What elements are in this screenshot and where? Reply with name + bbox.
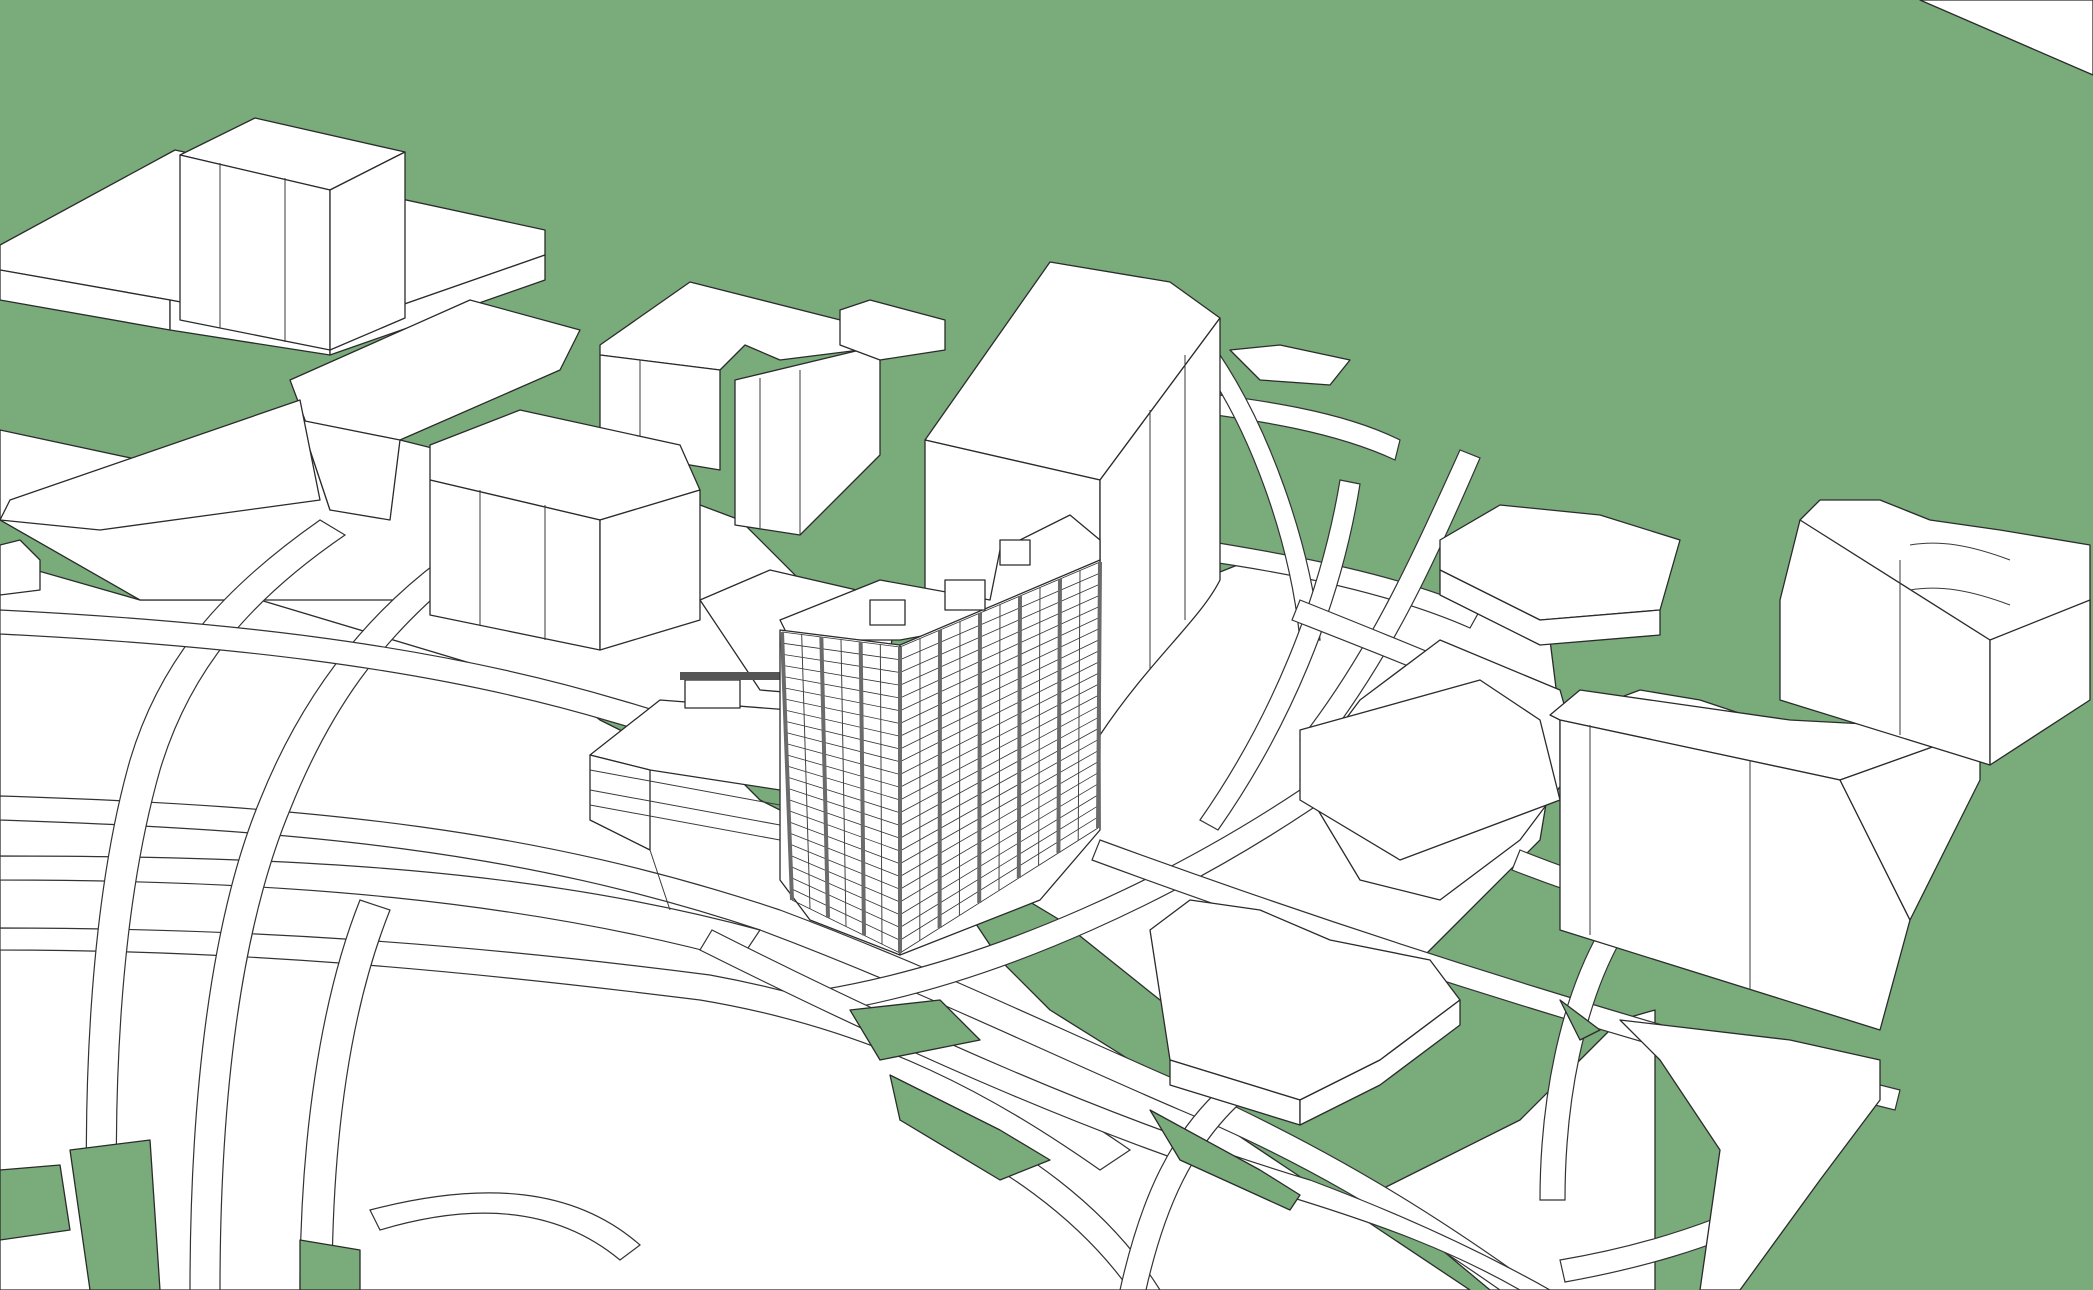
- tower-mullion: [1096, 561, 1102, 829]
- tower-rooftop-unit: [869, 599, 906, 626]
- massing-model-canvas: [0, 0, 2093, 1290]
- tower-rooftop-unit: [999, 539, 1031, 566]
- building-upper-left-tower: [179, 117, 406, 351]
- tower-mullion: [977, 612, 982, 904]
- building-center-left-block: [429, 409, 701, 651]
- tower-mullion: [958, 621, 961, 916]
- tower-mullion: [1056, 578, 1062, 854]
- tower-rooftop-unit: [944, 579, 986, 611]
- tower-mullion: [1016, 595, 1022, 879]
